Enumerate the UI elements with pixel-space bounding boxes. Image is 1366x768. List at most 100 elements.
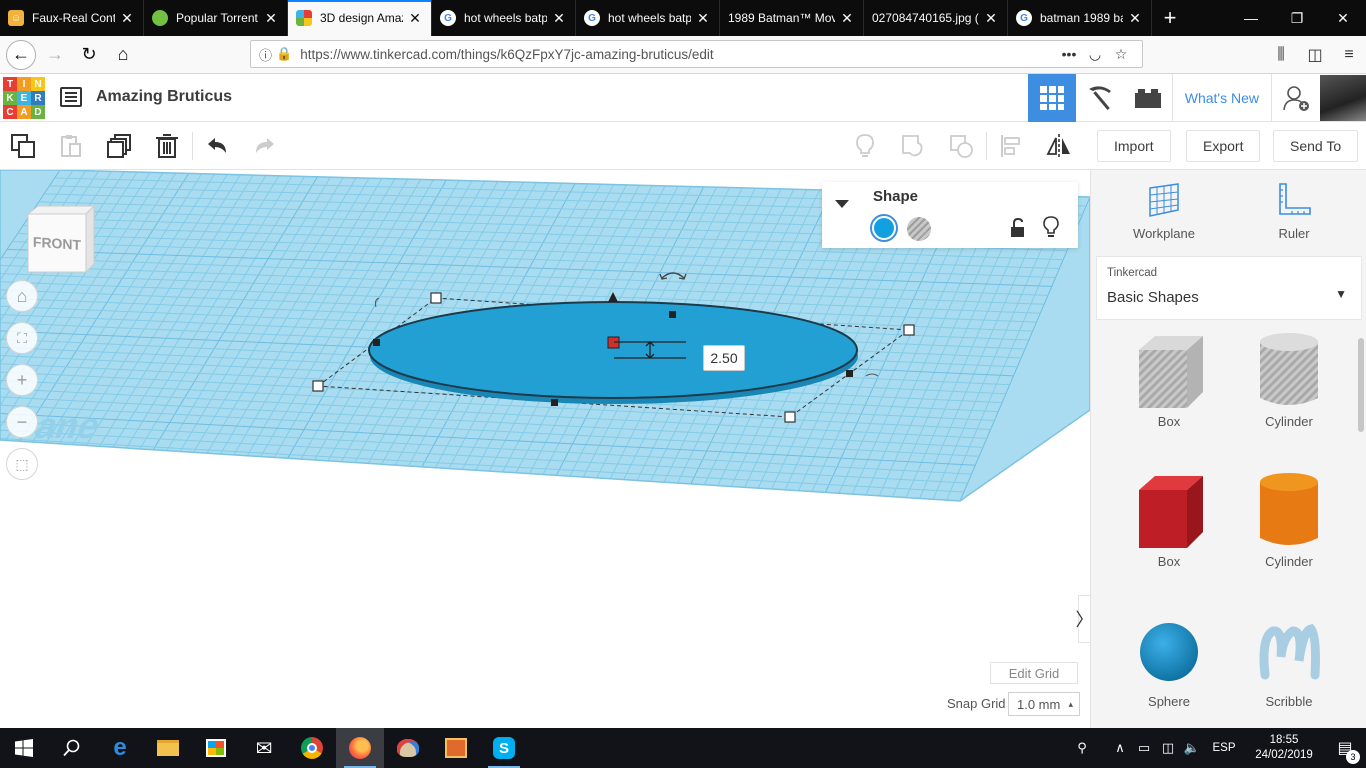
taskbar-edge[interactable]: e bbox=[96, 728, 144, 768]
selected-shape[interactable] bbox=[368, 301, 858, 399]
battery-icon[interactable]: ▭ bbox=[1132, 740, 1156, 756]
page-actions-icon[interactable]: ••• bbox=[1056, 46, 1082, 62]
collapse-inspector-icon[interactable] bbox=[834, 198, 850, 210]
close-tab-icon[interactable]: ✕ bbox=[551, 10, 567, 26]
paste-button[interactable] bbox=[48, 122, 94, 170]
view-cube[interactable]: FRONT bbox=[24, 206, 96, 274]
close-tab-icon[interactable]: ✕ bbox=[1127, 10, 1143, 26]
reload-button[interactable]: ↻ bbox=[74, 40, 104, 70]
close-tab-icon[interactable]: ✕ bbox=[263, 10, 279, 26]
tinkercad-logo[interactable]: TINKERCAD bbox=[3, 77, 45, 119]
forward-button[interactable]: → bbox=[40, 40, 70, 70]
site-info-icon[interactable]: ⓘ bbox=[259, 45, 272, 64]
projection-toggle-button[interactable]: ⬚ bbox=[6, 448, 38, 480]
shape-scribble[interactable]: Scribble bbox=[1239, 610, 1339, 709]
close-window-icon[interactable]: ✕ bbox=[1320, 0, 1366, 36]
ruler-tool[interactable]: Ruler bbox=[1249, 182, 1339, 241]
snap-grid-select[interactable]: 1.0 mm bbox=[1008, 692, 1080, 716]
taskbar-firefox[interactable] bbox=[336, 728, 384, 768]
panel-scrollbar[interactable] bbox=[1358, 338, 1364, 432]
show-hidden-icons-icon[interactable]: ∧ bbox=[1108, 740, 1132, 756]
browser-tab-active[interactable]: 3D design Amaz ✕ bbox=[288, 0, 432, 36]
group-button[interactable] bbox=[890, 122, 936, 170]
mirror-button[interactable] bbox=[1036, 122, 1082, 170]
close-tab-icon[interactable]: ✕ bbox=[839, 10, 855, 26]
shape-sphere[interactable]: Sphere bbox=[1119, 610, 1219, 709]
restore-icon[interactable]: ❐ bbox=[1274, 0, 1320, 36]
fit-view-button[interactable]: ⛶ bbox=[6, 322, 38, 354]
send-to-button[interactable]: Send To bbox=[1273, 130, 1359, 162]
3d-workspace[interactable]: ane FRONT ⌂ ⛶ + − ⬚ 2.50 Shape Edit Grid… bbox=[0, 170, 1090, 728]
solid-color-button[interactable] bbox=[870, 214, 898, 242]
redo-button[interactable] bbox=[242, 122, 288, 170]
duplicate-button[interactable] bbox=[96, 122, 142, 170]
whats-new-link[interactable]: What's New bbox=[1171, 74, 1272, 122]
sidebar-icon[interactable]: ◫ bbox=[1298, 45, 1332, 65]
shape-box-hole[interactable]: Box bbox=[1119, 330, 1219, 429]
browser-tab[interactable]: G batman 1989 ba ✕ bbox=[1008, 0, 1152, 36]
design-list-icon[interactable] bbox=[60, 87, 82, 107]
visibility-bulb-icon[interactable] bbox=[1042, 216, 1060, 238]
pocket-icon[interactable]: ◡ bbox=[1082, 46, 1108, 63]
address-bar[interactable]: ⓘ 🔒 https://www.tinkercad.com/things/k6Q… bbox=[250, 40, 1143, 68]
workplane-tool[interactable]: Workplane bbox=[1119, 182, 1209, 241]
hamburger-menu-icon[interactable]: ≡ bbox=[1332, 46, 1366, 64]
library-icon[interactable]: ⫼ bbox=[1264, 46, 1298, 64]
zoom-out-button[interactable]: − bbox=[6, 406, 38, 438]
start-button[interactable] bbox=[0, 728, 48, 768]
action-center-button[interactable]: ▤ 3 bbox=[1324, 738, 1366, 764]
3d-design-view-button[interactable] bbox=[1027, 74, 1076, 122]
close-tab-icon[interactable]: ✕ bbox=[983, 10, 999, 26]
taskbar-skype[interactable]: S bbox=[480, 728, 528, 768]
show-all-button[interactable] bbox=[842, 122, 888, 170]
shape-box[interactable]: Box bbox=[1119, 470, 1219, 569]
bricks-view-button[interactable] bbox=[1124, 74, 1172, 122]
bookmark-star-icon[interactable]: ☆ bbox=[1108, 46, 1134, 63]
volume-icon[interactable]: 🔈 bbox=[1180, 740, 1204, 756]
browser-tab[interactable]: G hot wheels batp ✕ bbox=[432, 0, 576, 36]
export-button[interactable]: Export bbox=[1186, 130, 1261, 162]
url-text[interactable]: https://www.tinkercad.com/things/k6QzFpx… bbox=[300, 47, 1056, 62]
browser-tab[interactable]: 1989 Batman™ Mov ✕ bbox=[720, 0, 864, 36]
edit-grid-button[interactable]: Edit Grid bbox=[990, 662, 1078, 684]
align-button[interactable] bbox=[988, 122, 1034, 170]
design-title[interactable]: Amazing Bruticus bbox=[96, 88, 232, 106]
browser-tab[interactable]: Popular Torrent ✕ bbox=[144, 0, 288, 36]
minecraft-view-button[interactable] bbox=[1076, 74, 1124, 122]
browser-tab[interactable]: G hot wheels batp ✕ bbox=[576, 0, 720, 36]
minimize-icon[interactable]: — bbox=[1228, 0, 1274, 36]
close-tab-icon[interactable]: ✕ bbox=[695, 10, 711, 26]
browser-tab[interactable]: ☺ Faux-Real Conte ✕ bbox=[0, 0, 144, 36]
browser-tab[interactable]: 027084740165.jpg (JI ✕ bbox=[864, 0, 1008, 36]
ungroup-button[interactable] bbox=[938, 122, 984, 170]
language-indicator[interactable]: ESP bbox=[1204, 742, 1244, 754]
new-tab-button[interactable]: + bbox=[1152, 0, 1188, 36]
shape-cylinder-hole[interactable]: Cylinder bbox=[1239, 330, 1339, 429]
home-view-button[interactable]: ⌂ bbox=[6, 280, 38, 312]
taskbar-chrome[interactable] bbox=[288, 728, 336, 768]
close-tab-icon[interactable]: ✕ bbox=[407, 10, 423, 26]
hole-button[interactable] bbox=[907, 217, 931, 241]
clock[interactable]: 18:55 24/02/2019 bbox=[1244, 733, 1324, 763]
network-icon[interactable]: ◫ bbox=[1156, 740, 1180, 756]
close-tab-icon[interactable]: ✕ bbox=[119, 10, 135, 26]
taskbar-file-explorer[interactable] bbox=[144, 728, 192, 768]
people-icon[interactable]: ⚲ bbox=[1070, 740, 1094, 756]
taskbar-paint[interactable] bbox=[384, 728, 432, 768]
import-button[interactable]: Import bbox=[1097, 130, 1171, 162]
taskbar-photo-app[interactable] bbox=[432, 728, 480, 768]
collapse-panel-button[interactable]: 〉 bbox=[1076, 595, 1090, 643]
taskbar-mail[interactable]: ✉ bbox=[240, 728, 288, 768]
workplane-grid[interactable]: ane bbox=[0, 170, 1090, 728]
back-button[interactable]: ← bbox=[6, 39, 36, 70]
user-avatar[interactable] bbox=[1320, 75, 1366, 121]
height-dimension-input[interactable]: 2.50 bbox=[703, 345, 745, 371]
add-user-button[interactable] bbox=[1272, 74, 1320, 122]
shape-library-select[interactable]: Tinkercad Basic Shapes ▼ bbox=[1096, 256, 1362, 320]
copy-button[interactable] bbox=[0, 122, 46, 170]
shape-cylinder[interactable]: Cylinder bbox=[1239, 470, 1339, 569]
search-button[interactable] bbox=[48, 728, 96, 768]
delete-button[interactable] bbox=[144, 122, 190, 170]
taskbar-store[interactable] bbox=[192, 728, 240, 768]
undo-button[interactable] bbox=[194, 122, 240, 170]
